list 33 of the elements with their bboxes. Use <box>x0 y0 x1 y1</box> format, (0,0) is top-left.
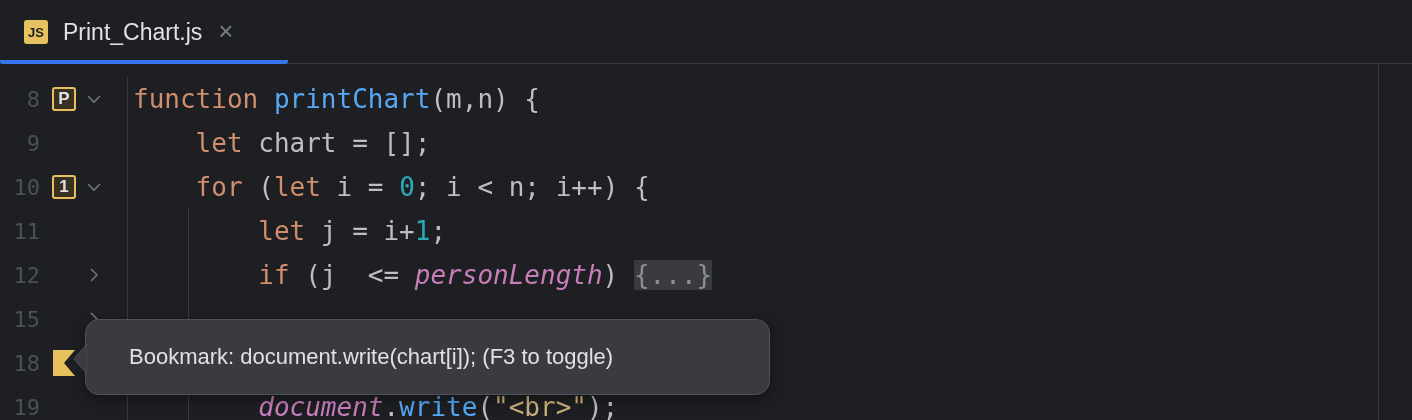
javascript-file-icon: JS <box>24 20 48 44</box>
code-text: chart = []; <box>258 128 431 158</box>
code-text: . <box>383 392 400 420</box>
bookmark-icon[interactable] <box>53 350 75 376</box>
code-keyword: function <box>133 84 260 114</box>
code-string: "<br>" <box>493 392 587 420</box>
code-keyword: let <box>257 216 307 246</box>
code-text: (m,n) { <box>430 84 540 114</box>
code-number: 0 <box>399 172 415 202</box>
code-keyword: let <box>194 128 244 158</box>
code-text: ; <box>430 216 447 246</box>
code-text: ); <box>586 392 619 420</box>
code-function: printChart <box>273 84 431 114</box>
code-function: write <box>399 392 478 420</box>
mnemonic-bookmark-badge[interactable]: 1 <box>52 175 76 199</box>
code-text: ( <box>477 392 494 420</box>
file-tab[interactable]: JS Print_Chart.js × <box>0 0 288 64</box>
code-text: i = <box>336 172 385 202</box>
code-text: ( <box>258 172 274 202</box>
code-text: (j <= <box>305 260 401 290</box>
tab-title: Print_Chart.js <box>63 18 203 46</box>
mnemonic-bookmark-badge[interactable]: P <box>52 87 76 111</box>
code-keyword: let <box>273 172 322 202</box>
close-icon[interactable]: × <box>218 15 234 47</box>
tooltip-text: Bookmark: document.write(chart[i]); (F3 to toggle) <box>129 344 614 370</box>
code-variable: personLength <box>414 260 603 290</box>
code-variable: document <box>257 392 384 420</box>
code-number: 1 <box>414 216 431 246</box>
code-text: ) <box>602 260 620 290</box>
code-text: j = i+ <box>320 216 415 246</box>
code-text: ; i < n; i++) { <box>414 172 650 202</box>
code-keyword: for <box>194 172 244 202</box>
code-keyword: if <box>257 260 291 290</box>
